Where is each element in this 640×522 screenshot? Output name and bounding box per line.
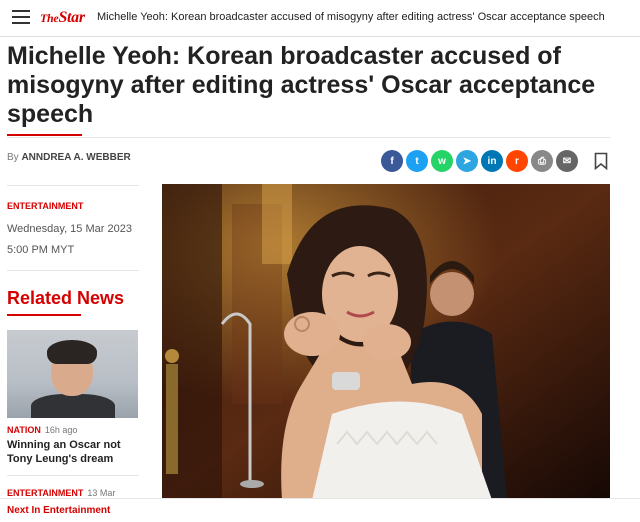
menu-icon[interactable] xyxy=(12,10,30,24)
email-icon[interactable]: ✉ xyxy=(556,150,578,172)
related-item-time: 13 Mar xyxy=(87,488,116,498)
byline: By ANNDREA A. WEBBER xyxy=(7,152,131,163)
article-headline: Michelle Yeoh: Korean broadcaster accuse… xyxy=(7,42,596,128)
print-icon[interactable]: ⎙ xyxy=(531,150,553,172)
related-item-category[interactable]: ENTERTAINMENT 13 Mar xyxy=(7,488,115,498)
related-accent-rule xyxy=(7,314,81,316)
related-item-time: 16h ago xyxy=(44,425,78,435)
reddit-icon[interactable]: r xyxy=(506,150,528,172)
linkedin-icon[interactable]: in xyxy=(481,150,503,172)
top-bar-title: Michelle Yeoh: Korean broadcaster accuse… xyxy=(97,11,605,23)
left-divider xyxy=(7,475,139,476)
share-bar: f t w ➤ in r ⎙ ✉ xyxy=(381,150,578,172)
telegram-icon[interactable]: ➤ xyxy=(456,150,478,172)
twitter-icon[interactable]: t xyxy=(406,150,428,172)
article-photo[interactable] xyxy=(162,184,610,500)
related-item-title[interactable]: Winning an Oscar not Tony Leung's dream xyxy=(7,438,137,466)
site-logo[interactable]: TheStar xyxy=(40,9,85,27)
photo-illustration xyxy=(162,184,610,500)
next-in-bar[interactable]: Next In Entertainment xyxy=(0,498,640,522)
left-divider xyxy=(7,185,139,186)
related-item-category[interactable]: NATION 16h ago xyxy=(7,425,77,435)
headline-divider xyxy=(7,137,610,138)
next-in-label[interactable]: Next In Entertainment xyxy=(7,505,110,516)
bookmark-icon[interactable] xyxy=(594,152,608,170)
article-category[interactable]: ENTERTAINMENT xyxy=(7,201,83,211)
article-date: Wednesday, 15 Mar 2023 xyxy=(7,223,132,235)
facebook-icon[interactable]: f xyxy=(381,150,403,172)
related-news-heading: Related News xyxy=(7,288,125,308)
left-divider xyxy=(7,270,139,271)
byline-prefix: By xyxy=(7,152,19,163)
headline-accent-rule xyxy=(7,134,82,136)
top-bar: TheStar Michelle Yeoh: Korean broadcaste… xyxy=(0,0,640,37)
author-link[interactable]: ANNDREA A. WEBBER xyxy=(21,152,130,163)
related-thumbnail[interactable] xyxy=(7,330,138,418)
whatsapp-icon[interactable]: w xyxy=(431,150,453,172)
article-time: 5:00 PM MYT xyxy=(7,244,75,256)
